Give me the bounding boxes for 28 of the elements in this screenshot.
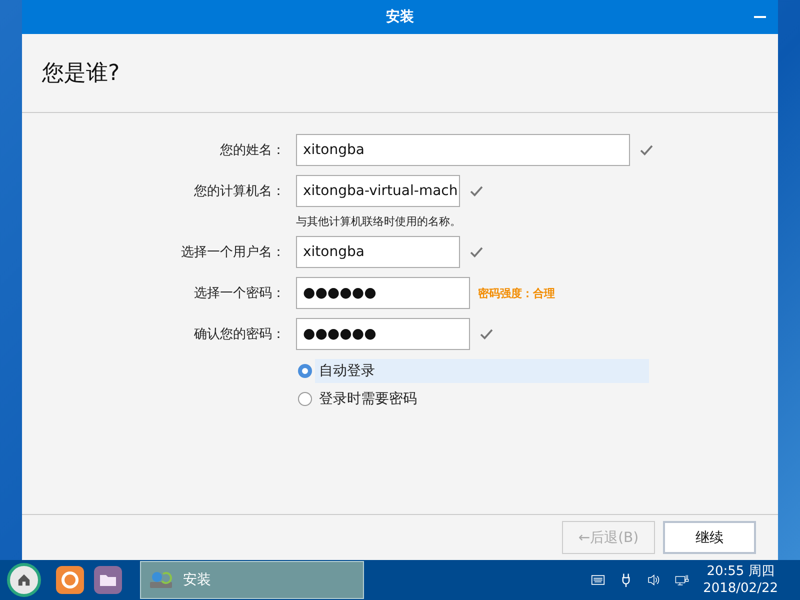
folder-icon[interactable] (94, 566, 122, 594)
input-field[interactable]: xitongba (296, 236, 460, 268)
radio-button[interactable] (298, 364, 312, 378)
home-icon[interactable] (7, 563, 41, 597)
continue-button[interactable]: 继续 (663, 521, 756, 554)
browser-icon[interactable] (56, 566, 84, 594)
page-heading: 您是谁? (42, 60, 120, 88)
input-field[interactable]: ●●●●●● (296, 318, 470, 350)
field-hint: 与其他计算机联络时使用的名称。 (296, 215, 461, 228)
input-field[interactable]: xitongba (296, 134, 630, 166)
password-strength: 密码强度：合理 (478, 286, 555, 300)
field-label: 确认您的密码： (193, 326, 285, 343)
clock-time[interactable]: 20:55 周四 (706, 563, 774, 580)
field-label: 您的姓名： (219, 142, 285, 159)
radio-button[interactable] (298, 392, 312, 406)
field-label: 选择一个密码： (193, 285, 285, 302)
input-field[interactable]: ●●●●●● (296, 277, 470, 309)
field-label: 您的计算机名： (193, 183, 285, 200)
option-label[interactable]: 自动登录 (315, 359, 649, 383)
field-label: 选择一个用户名： (180, 244, 285, 261)
installer-icon (149, 570, 173, 590)
window-title: 安装 (386, 8, 414, 26)
volume-icon[interactable] (647, 573, 662, 587)
input-field[interactable]: xitongba-virtual-mach (296, 175, 460, 207)
keyboard-icon[interactable] (591, 573, 606, 587)
option-label[interactable]: 登录时需要密码 (315, 387, 649, 411)
network-icon[interactable] (675, 573, 690, 587)
clock-date[interactable]: 2018/02/22 (703, 580, 778, 597)
